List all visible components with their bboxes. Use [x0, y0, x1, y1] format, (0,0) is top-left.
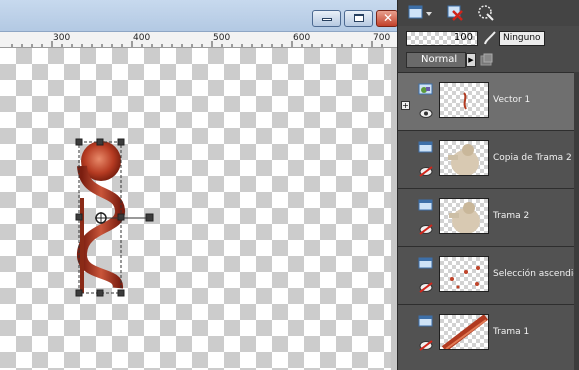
layer-thumbnail: [439, 256, 489, 292]
ruler-label: 700: [373, 33, 391, 43]
thumbnail-image: [450, 266, 480, 289]
layers-list: + Vector 1 Copia de Trama 2 Trama 2 Sele…: [398, 72, 579, 370]
ruler-label: 600: [293, 33, 311, 43]
brush-icon[interactable]: [482, 30, 498, 46]
minimize-icon: [322, 18, 332, 21]
mask-dropdown[interactable]: Ninguno: [499, 31, 545, 46]
new-layer-icon[interactable]: [406, 3, 426, 23]
handle[interactable]: [117, 289, 125, 297]
layer-row[interactable]: Copia de Trama 2: [398, 130, 574, 188]
visibility-hidden-icon[interactable]: [419, 166, 433, 177]
layer-name: Trama 2: [493, 211, 530, 221]
layer-name: Trama 1: [493, 327, 530, 337]
layer-thumbnail: [439, 314, 489, 350]
minimize-button[interactable]: [312, 10, 341, 27]
ruler-label: 500: [213, 33, 231, 43]
dropdown-arrow-icon[interactable]: [424, 3, 434, 23]
horizontal-ruler: 300 400 500 600 700: [0, 32, 397, 48]
ribbon-curl: [77, 165, 125, 289]
layer-row[interactable]: Trama 1: [398, 304, 574, 362]
layers-scrollbar[interactable]: [574, 72, 579, 370]
ruler-label: 300: [53, 33, 71, 43]
blend-mode-arrow-icon[interactable]: ▶: [466, 53, 476, 67]
handle[interactable]: [75, 289, 83, 297]
raster-layer-icon: [418, 199, 433, 211]
vector-layer-icon: [418, 83, 433, 95]
raster-layer-icon: [418, 315, 433, 327]
ruler-label: 400: [133, 33, 151, 43]
layer-name: Selección ascendida: [493, 269, 579, 279]
opacity-value: 100: [453, 32, 473, 43]
layer-row[interactable]: + Vector 1: [398, 72, 574, 130]
handle[interactable]: [96, 138, 104, 146]
handle[interactable]: [75, 213, 83, 221]
opacity-field[interactable]: 100: [406, 31, 478, 46]
handle[interactable]: [75, 138, 83, 146]
title-bar: ✕: [0, 0, 398, 32]
close-icon: ✕: [383, 11, 394, 25]
visibility-hidden-icon[interactable]: [419, 340, 433, 351]
maximize-button[interactable]: [344, 10, 373, 27]
raster-layer-icon: [418, 141, 433, 153]
layer-thumbnail: [439, 198, 489, 234]
opacity-row: 100 Ninguno: [398, 26, 579, 50]
layers-panel: 100 Ninguno Normal ▶ + Vector 1 Copia de…: [397, 0, 579, 370]
app-root: ✕ 300 400 500 600 700 100 Ninguno Normal…: [0, 0, 579, 370]
layers-toolbar: [398, 0, 579, 26]
thumbnail-image: [441, 315, 488, 349]
layer-row[interactable]: Trama 2: [398, 188, 574, 246]
thumbnail-image: [449, 202, 480, 233]
visibility-hidden-icon[interactable]: [419, 224, 433, 235]
thumbnail-image: [463, 92, 467, 110]
maximize-icon: [354, 14, 364, 22]
delete-layer-icon[interactable]: [445, 3, 465, 23]
visibility-hidden-icon[interactable]: [419, 282, 433, 293]
layer-thumbnail: [439, 82, 489, 118]
canvas-area[interactable]: [0, 48, 397, 370]
close-button[interactable]: ✕: [376, 10, 398, 27]
lock-transparency-icon[interactable]: [480, 53, 494, 67]
selection-icon[interactable]: [476, 3, 496, 23]
blend-mode-dropdown[interactable]: Normal: [406, 52, 466, 68]
layer-name: Copia de Trama 2: [493, 153, 572, 163]
layer-name: Vector 1: [493, 95, 531, 105]
visibility-eye-icon[interactable]: [419, 108, 433, 119]
layer-row[interactable]: Selección ascendida: [398, 246, 579, 304]
handle[interactable]: [96, 289, 104, 297]
thumbnail-image: [448, 144, 479, 175]
layer-thumbnail: [439, 140, 489, 176]
raster-layer-icon: [418, 257, 433, 269]
vector-object[interactable]: [0, 48, 397, 370]
canvas-window: ✕ 300 400 500 600 700: [0, 0, 398, 370]
handle[interactable]: [117, 213, 125, 221]
expand-icon[interactable]: +: [401, 101, 410, 110]
handle[interactable]: [117, 138, 125, 146]
blend-row: Normal ▶: [398, 50, 579, 72]
